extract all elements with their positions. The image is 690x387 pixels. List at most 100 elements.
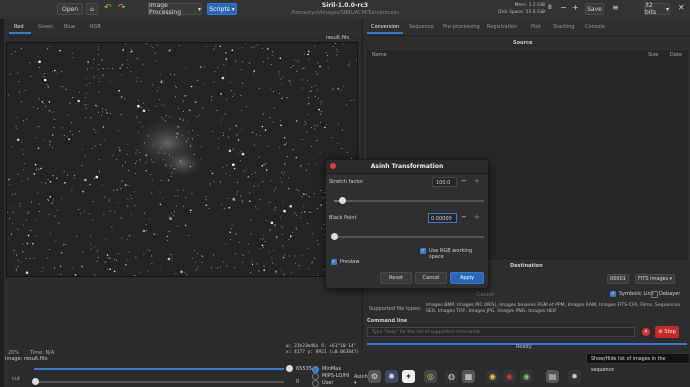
image-viewport[interactable] (6, 42, 358, 277)
black-point-value: 0.00000 (431, 216, 452, 222)
cancel-text[interactable]: Cancel (477, 292, 494, 298)
min-value: 0 (296, 379, 299, 385)
scripts-label: Scripts (209, 6, 230, 13)
apply-button[interactable]: Apply (450, 272, 484, 284)
coords-pixel: x: 4177 y: 8921 (=0.063847) (286, 350, 359, 355)
supported-text: Images BMP, Images PIC (IRIS), Images bi… (426, 303, 688, 315)
grid-icon[interactable]: ▦ (462, 370, 475, 383)
spiral-icon[interactable]: ✺ (385, 370, 398, 383)
stop-button[interactable]: ⊘Stop (655, 326, 679, 338)
rgb-label: Use RGB working space (429, 248, 488, 260)
redo-icon[interactable]: ↷ (118, 3, 126, 13)
black-point-slider[interactable] (334, 236, 484, 238)
index-field[interactable]: 00001 (607, 274, 629, 284)
destination-title: Destination (510, 263, 543, 269)
stretch-slider-knob[interactable] (339, 197, 346, 204)
max-slider[interactable] (34, 368, 284, 370)
open-label: Open (62, 6, 78, 13)
black-plus-icon[interactable]: + (474, 213, 480, 221)
tab-red[interactable]: Red (14, 24, 24, 30)
col-size[interactable]: Size (648, 52, 658, 58)
chart-icon[interactable]: ▤ (546, 370, 559, 383)
col-name[interactable]: Name (372, 52, 387, 58)
undo-icon[interactable]: ↶ (104, 3, 112, 13)
supported-label: Supported file types: (369, 306, 421, 312)
right-tab-bar: Conversion Sequence Pre-processing Regis… (363, 19, 690, 36)
home-button[interactable]: ⌂ (86, 3, 98, 15)
target-red-icon[interactable]: ◉ (503, 370, 516, 383)
black-minus-icon[interactable]: − (461, 213, 467, 221)
symbolic-link-checkbox[interactable]: ✓ (610, 291, 616, 297)
tab-stacking[interactable]: Stacking (553, 24, 575, 30)
dialog-title: Asinh Transformation (326, 163, 488, 170)
apply-label: Apply (460, 275, 474, 281)
black-point-input[interactable]: 0.00000 (428, 213, 457, 223)
star-icon[interactable]: ✦ (402, 370, 415, 383)
compass-icon[interactable]: ◎ (424, 370, 437, 383)
scripts-button[interactable]: Scripts ▾ (207, 3, 237, 15)
bits-label: 32 bits (645, 2, 664, 16)
tab-sequence[interactable]: Sequence (409, 24, 434, 30)
gear-icon[interactable]: ⚙ (368, 370, 381, 383)
left-strip (0, 19, 4, 386)
format-value: FITS images (638, 276, 668, 282)
window-path: /home/cyril/Images/SIRIL/ACM/Tuto/proces… (270, 10, 420, 16)
tab-registration[interactable]: Registration (487, 24, 517, 30)
tab-green[interactable]: Green (38, 24, 53, 30)
col-date[interactable]: Date (670, 52, 682, 58)
debayer-label: Debayer (659, 291, 680, 297)
reset-label: Reset (389, 275, 403, 281)
tab-preprocessing[interactable]: Pre-processing (443, 24, 480, 30)
rgb-checkbox[interactable]: ✓ (420, 248, 426, 254)
chevron-down-icon: ▾ (669, 276, 672, 282)
black-point-slider-knob[interactable] (331, 233, 338, 240)
preview-checkbox[interactable]: ✓ (331, 259, 337, 265)
bottom-bar: Image: result.fits 65535 cut 0 MinMax MI… (4, 356, 360, 386)
tab-blue[interactable]: Blue (64, 24, 75, 30)
tab-conversion[interactable]: Conversion (371, 24, 399, 30)
stretch-label: Stretch factor (329, 179, 363, 185)
threads-field[interactable]: 8 (548, 4, 552, 11)
radio-mips[interactable] (312, 373, 319, 380)
min-slider-knob[interactable] (32, 378, 39, 385)
preview-label: Preview (340, 259, 359, 265)
stretch-slider[interactable] (334, 200, 484, 202)
close-window-icon[interactable]: ✕ (678, 3, 685, 12)
stop-label: Stop (664, 329, 675, 335)
tab-rgb[interactable]: RGB (90, 24, 101, 30)
target-icon[interactable]: ◉ (486, 370, 499, 383)
image-processing-button[interactable]: Image Processing ▾ (148, 3, 202, 15)
open-button[interactable]: Open (57, 3, 83, 15)
reset-button[interactable]: Reset (380, 272, 412, 284)
dialog-cancel-label: Cancel (423, 275, 440, 281)
command-input[interactable]: Type "help" for the list of supported co… (367, 327, 635, 337)
stretch-input[interactable]: 100.0 (432, 177, 457, 187)
tab-plot[interactable]: Plot (531, 24, 540, 30)
stretch-minus-icon[interactable]: − (461, 177, 467, 185)
format-select[interactable]: FITS images▾ (635, 274, 675, 284)
save-button[interactable]: Save (585, 3, 604, 15)
stretch-value: 100.0 (436, 180, 450, 186)
home-icon: ⌂ (90, 6, 94, 13)
bits-button[interactable]: 32 bits ▾ (644, 3, 670, 15)
threads-minus-icon[interactable]: − (560, 3, 567, 12)
min-slider[interactable] (34, 381, 284, 383)
debayer-checkbox[interactable] (651, 291, 658, 298)
clear-icon[interactable]: ✕ (642, 328, 650, 336)
target-green-icon[interactable]: ◉ (520, 370, 533, 383)
asinh-dialog: Asinh Transformation Stretch factor 100.… (325, 159, 489, 289)
stretch-plus-icon[interactable]: + (474, 177, 480, 185)
hamburger-icon[interactable]: ≡ (612, 3, 619, 12)
window-title: Siril-1.0.0-rc3 (300, 2, 390, 9)
max-slider-knob[interactable] (286, 365, 293, 372)
mode-user-label: User (322, 380, 333, 386)
dialog-cancel-button[interactable]: Cancel (415, 272, 447, 284)
tooltip: Show/Hide list of images in the sequence (586, 353, 690, 364)
globe-icon[interactable]: ◍ (445, 370, 458, 383)
chevron-down-icon: ▾ (666, 6, 669, 13)
threads-plus-icon[interactable]: + (572, 3, 579, 12)
galaxy-icon[interactable]: ✸ (568, 370, 581, 383)
mem-info: Mem: 1.2 GiB (500, 3, 545, 8)
radio-minmax[interactable] (312, 366, 319, 373)
tab-console[interactable]: Console (585, 24, 605, 30)
